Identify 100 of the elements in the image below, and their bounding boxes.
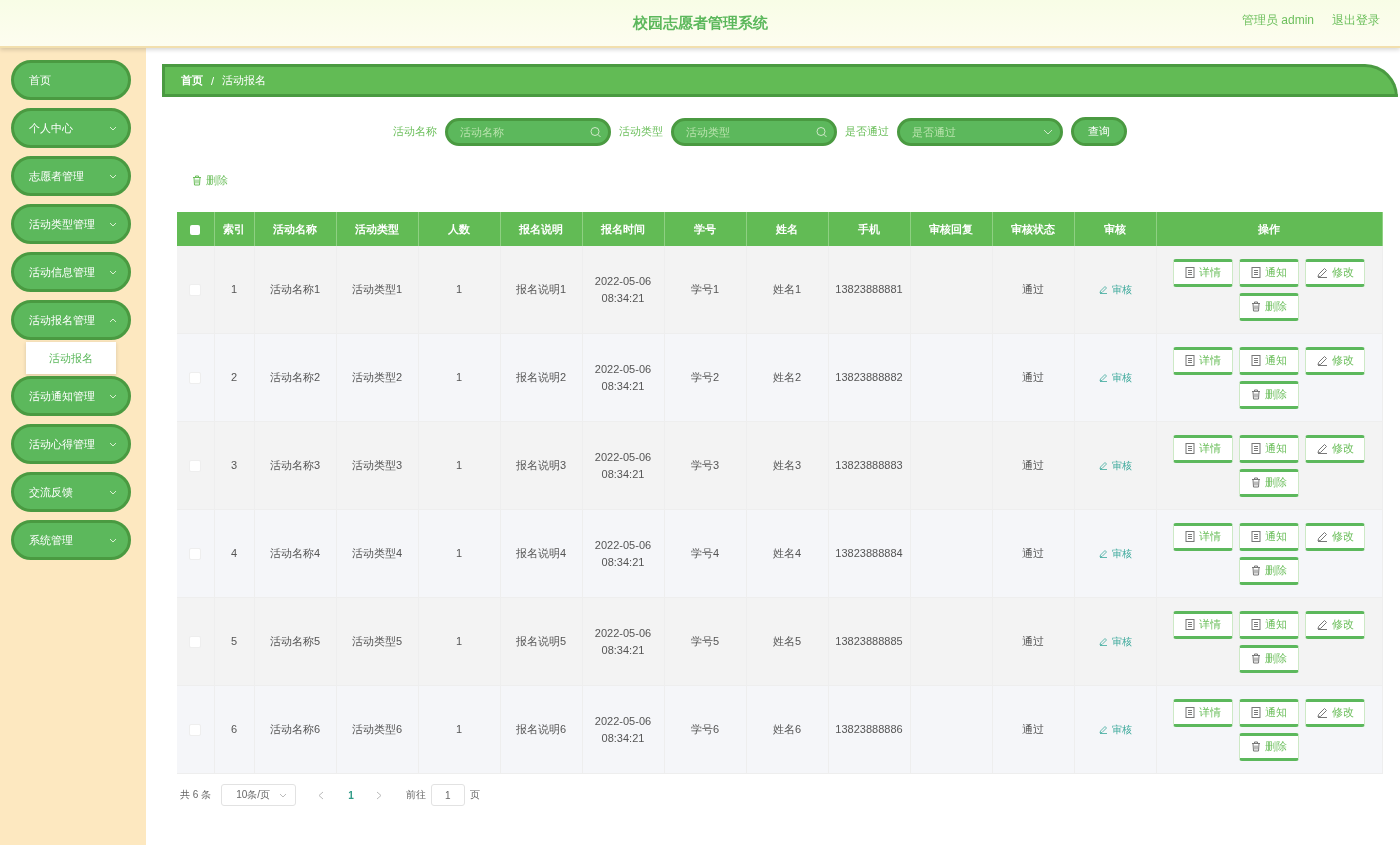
delete-button[interactable]: 删除 [1239, 644, 1300, 673]
edit-button[interactable]: 修改 [1305, 258, 1366, 287]
delete-button[interactable]: 删除 [190, 171, 230, 190]
student-id-cell: 学号5 [690, 635, 720, 647]
audit-link[interactable]: 审核 [1098, 456, 1132, 474]
delete-button[interactable]: 删除 [1239, 468, 1300, 497]
status-cell: 通过 [1022, 723, 1044, 735]
sidebar-item[interactable]: 首页 [11, 60, 131, 100]
delete-button[interactable]: 删除 [1239, 380, 1300, 409]
name-cell: 活动名称5 [269, 635, 321, 647]
name-cell: 活动名称4 [269, 547, 321, 559]
admin-user: 管理员 admin [1241, 12, 1314, 29]
document-icon [1185, 267, 1196, 278]
student-name-cell: 姓名4 [772, 547, 802, 559]
filter-label: 活动名称 [393, 124, 437, 139]
submenu-item[interactable]: 活动报名 [26, 342, 116, 374]
search-field[interactable]: 活动名称 [445, 117, 611, 146]
notice-button[interactable]: 通知 [1239, 698, 1300, 727]
notice-button[interactable]: 通知 [1239, 258, 1300, 287]
type-cell: 活动类型1 [351, 283, 403, 295]
detail-button[interactable]: 详情 [1173, 522, 1234, 551]
column-header: 手机 [828, 212, 910, 246]
chevron-icon [109, 317, 117, 323]
pencil-icon [1098, 284, 1108, 294]
audit-link[interactable]: 审核 [1098, 544, 1132, 562]
student-id-cell: 学号6 [690, 723, 720, 735]
detail-button[interactable]: 详情 [1173, 434, 1234, 463]
breadcrumb-link[interactable]: 活动报名 [222, 73, 267, 88]
index-cell: 2 [230, 371, 238, 383]
count-cell: 1 [455, 547, 463, 559]
select-all-checkbox[interactable] [190, 225, 201, 236]
detail-button[interactable]: 详情 [1173, 258, 1234, 287]
index-cell: 5 [230, 635, 238, 647]
document-icon [1185, 707, 1196, 718]
phone-cell: 13823888884 [835, 547, 903, 559]
document-icon [1185, 443, 1196, 454]
audit-link[interactable]: 审核 [1098, 632, 1132, 650]
page-size-select[interactable]: 10条/页 [221, 784, 297, 806]
detail-button[interactable]: 详情 [1173, 346, 1234, 375]
edit-button[interactable]: 修改 [1305, 434, 1366, 463]
notice-button[interactable]: 通知 [1239, 610, 1300, 639]
trash-icon [1251, 301, 1262, 312]
sidebar-item[interactable]: 个人中心 [11, 108, 131, 148]
notice-button[interactable]: 通知 [1239, 346, 1300, 375]
pencil-icon [1098, 372, 1108, 382]
column-header: 人数 [418, 212, 500, 246]
student-name-cell: 姓名3 [772, 459, 802, 471]
notice-button[interactable]: 通知 [1239, 434, 1300, 463]
search-icon [816, 126, 827, 137]
sidebar-item[interactable]: 活动通知管理 [11, 376, 131, 416]
sidebar-item[interactable]: 活动信息管理 [11, 252, 131, 292]
detail-button[interactable]: 详情 [1173, 610, 1234, 639]
notice-button[interactable]: 通知 [1239, 522, 1300, 551]
column-header: 活动类型 [336, 212, 418, 246]
logout-link[interactable]: 退出登录 [1332, 12, 1380, 29]
sidebar-item[interactable]: 活动心得管理 [11, 424, 131, 464]
sidebar-item[interactable]: 活动报名管理 [11, 300, 131, 340]
delete-button[interactable]: 删除 [1239, 292, 1300, 321]
edit-button[interactable]: 修改 [1305, 610, 1366, 639]
sidebar-item[interactable]: 交流反馈 [11, 472, 131, 512]
breadcrumb-separator: / [211, 74, 215, 87]
prev-page-icon[interactable] [318, 790, 325, 800]
next-page-icon[interactable] [375, 790, 382, 800]
trash-icon [1251, 565, 1262, 576]
delete-button[interactable]: 删除 [1239, 556, 1300, 585]
name-cell: 活动名称1 [269, 283, 321, 295]
count-cell: 1 [455, 459, 463, 471]
query-button[interactable]: 查询 [1071, 117, 1127, 146]
sidebar-item[interactable]: 志愿者管理 [11, 156, 131, 196]
time-cell: 2022-05-06 08:34:21 [594, 714, 652, 744]
time-cell: 2022-05-06 08:34:21 [594, 362, 652, 392]
chevron-icon [109, 221, 117, 227]
sidebar-item[interactable]: 活动类型管理 [11, 204, 131, 244]
select-field[interactable]: 是否通过 [897, 117, 1063, 146]
delete-button[interactable]: 删除 [1239, 732, 1300, 761]
time-cell: 2022-05-06 08:34:21 [594, 274, 652, 304]
edit-button[interactable]: 修改 [1305, 698, 1366, 727]
page-unit: 页 [469, 788, 480, 802]
search-field[interactable]: 活动类型 [671, 117, 837, 146]
sidebar-item[interactable]: 系统管理 [11, 520, 131, 560]
count-cell: 1 [455, 371, 463, 383]
detail-button[interactable]: 详情 [1173, 698, 1234, 727]
type-cell: 活动类型2 [351, 371, 403, 383]
page-number[interactable]: 1 [348, 789, 354, 801]
breadcrumb-link[interactable]: 首页 [181, 73, 203, 88]
filter-label: 活动类型 [619, 124, 663, 139]
note-cell: 报名说明2 [515, 371, 567, 383]
chevron-icon [109, 269, 117, 275]
column-header: 索引 [214, 212, 254, 246]
audit-link[interactable]: 审核 [1098, 280, 1132, 298]
goto-page-input[interactable]: 1 [430, 784, 465, 806]
audit-link[interactable]: 审核 [1098, 720, 1132, 738]
edit-button[interactable]: 修改 [1305, 522, 1366, 551]
note-cell: 报名说明1 [515, 283, 567, 295]
audit-link[interactable]: 审核 [1098, 368, 1132, 386]
trash-icon [192, 175, 202, 186]
phone-cell: 13823888881 [835, 283, 903, 295]
edit-button[interactable]: 修改 [1305, 346, 1366, 375]
column-header: 活动名称 [254, 212, 336, 246]
pencil-icon [1316, 267, 1328, 278]
